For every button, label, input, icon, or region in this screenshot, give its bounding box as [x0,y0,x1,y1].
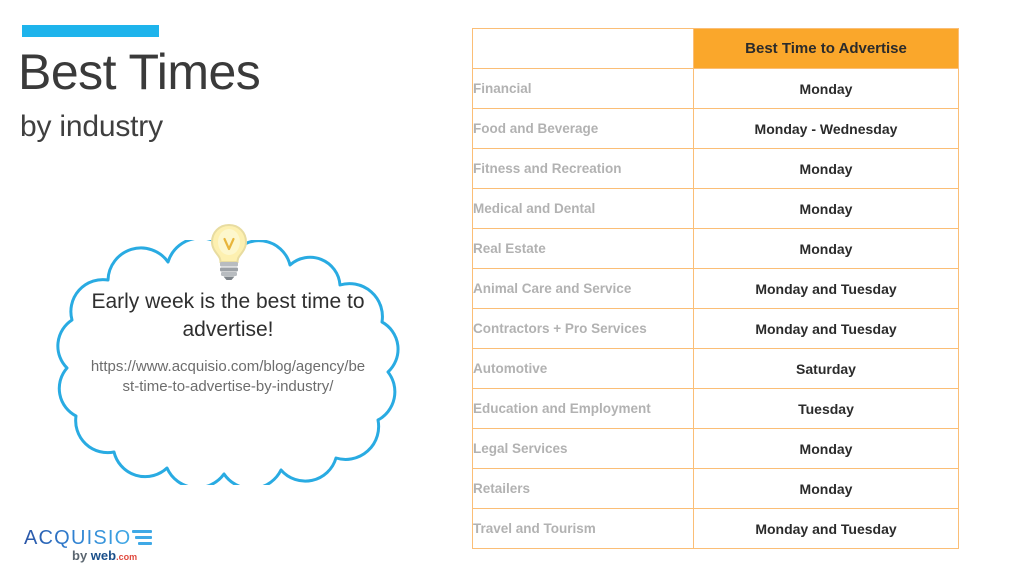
best-time-cell: Monday [693,228,959,269]
table-row: Animal Care and Service Monday and Tuesda… [472,268,959,309]
accent-bar [22,25,159,37]
page-subtitle: by industry [20,110,163,143]
table-row: Real Estate Monday [472,228,959,269]
best-time-cell: Tuesday [693,388,959,429]
best-time-table: Best Time to Advertise Financial Monday Fo… [472,28,959,549]
industry-cell: Education and Employment [472,388,694,429]
best-time-cell: Monday [693,428,959,469]
table-row: Medical and Dental Monday [472,188,959,229]
table-row: Education and Employment Tuesday [472,388,959,429]
left-panel: Best Times by industry Early week is the… [0,0,470,574]
lightbulb-icon [210,223,248,280]
industry-cell: Animal Care and Service [472,268,694,309]
logo-byline-suffix: .com [116,552,138,562]
industry-cell: Fitness and Recreation [472,148,694,189]
best-time-cell: Monday [693,148,959,189]
industry-cell: Travel and Tourism [472,508,694,549]
table-row: Retailers Monday [472,468,959,509]
industry-cell: Contractors + Pro Services [472,308,694,349]
best-time-cell: Monday [693,68,959,109]
page-title: Best Times [18,44,261,100]
table-header-blank [472,28,694,69]
table-header-best-time: Best Time to Advertise [693,28,959,69]
best-time-cell: Monday [693,188,959,229]
table-row: Fitness and Recreation Monday [472,148,959,189]
industry-cell: Retailers [472,468,694,509]
industry-cell: Financial [472,68,694,109]
best-time-cell: Monday - Wednesday [693,108,959,149]
table-row: Financial Monday [472,68,959,109]
cloud-text: Early week is the best time to advertise… [88,288,368,398]
industry-cell: Real Estate [472,228,694,269]
table-row: Travel and Tourism Monday and Tuesday [472,508,959,549]
logo-byline-prefix: by [72,548,91,563]
industry-cell: Medical and Dental [472,188,694,229]
table-row: Legal Services Monday [472,428,959,469]
best-time-cell: Monday [693,468,959,509]
table-head: Best Time to Advertise [472,28,959,69]
table-row: Contractors + Pro Services Monday and Tue… [472,308,959,349]
logo-bars-icon [132,530,152,546]
industry-cell: Automotive [472,348,694,389]
table-row: Automotive Saturday [472,348,959,389]
table-header-row: Best Time to Advertise [472,28,959,69]
table-row: Food and Beverage Monday - Wednesday [472,108,959,149]
logo-byline: by web.com [72,548,137,563]
best-time-cell: Saturday [693,348,959,389]
best-time-cell: Monday and Tuesday [693,268,959,309]
table-body: Financial Monday Food and Beverage Monday -… [472,68,959,549]
cloud-headline: Early week is the best time to advertise… [91,290,365,342]
logo-wordmark: ACQUISIO [24,527,132,549]
industry-cell: Food and Beverage [472,108,694,149]
best-time-cell: Monday and Tuesday [693,508,959,549]
acquisio-logo: ACQUISIO by web.com [24,527,184,567]
cloud-url: https://www.acquisio.com/blog/agency/bes… [90,357,366,396]
logo-byline-brand: web [90,548,117,563]
best-time-cell: Monday and Tuesday [693,308,959,349]
industry-cell: Legal Services [472,428,694,469]
